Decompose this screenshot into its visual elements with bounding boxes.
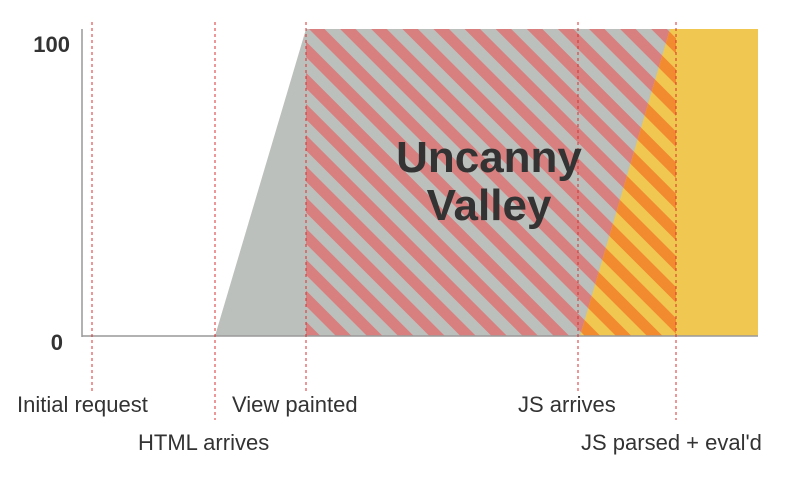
event-label-js-arrives: JS arrives	[518, 392, 616, 417]
event-label-js-parsed: JS parsed + eval'd	[581, 430, 762, 455]
y-tick-label-100: 100	[33, 32, 70, 57]
event-label-html-arrives: HTML arrives	[138, 430, 269, 455]
uncanny-valley-label-line1: Uncanny	[396, 133, 582, 182]
event-label-initial-request: Initial request	[17, 392, 148, 417]
event-label-view-painted: View painted	[232, 392, 358, 417]
uncanny-valley-label-line2: Valley	[427, 181, 552, 230]
y-tick-label-0: 0	[51, 330, 63, 355]
uncanny-valley-diagram: 100 0 Uncanny Valley Initial request HTM…	[17, 22, 762, 455]
